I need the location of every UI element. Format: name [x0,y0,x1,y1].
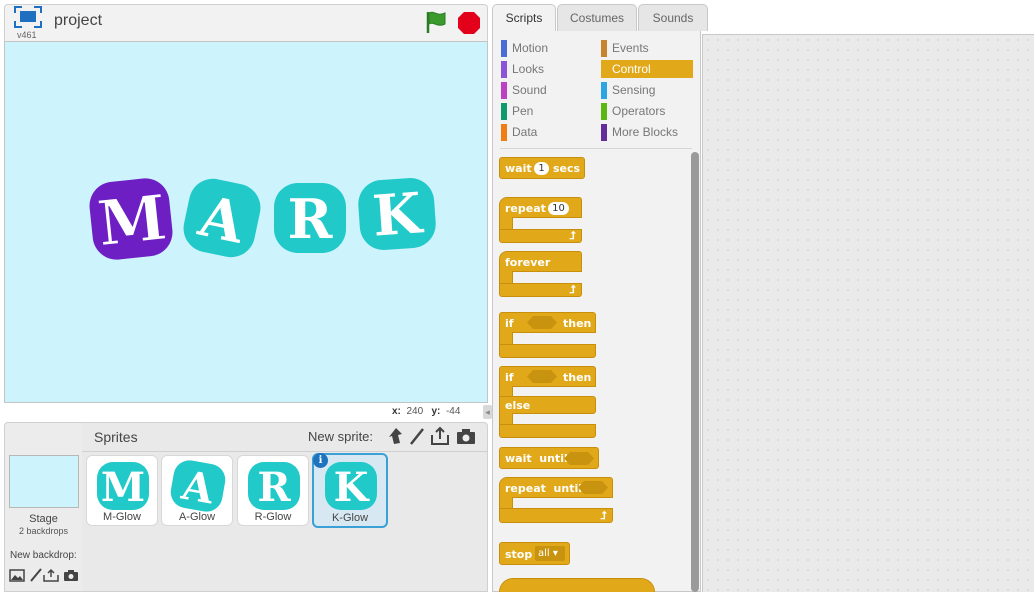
upload-sprite-icon[interactable] [430,426,450,446]
category-motion[interactable]: Motion [501,39,593,57]
divider [82,451,488,452]
category-sensing[interactable]: Sensing [601,81,693,99]
category-swatch [501,103,507,120]
category-control[interactable]: Control [601,60,693,78]
category-swatch [601,61,607,78]
palette-scrollbar[interactable] [691,152,699,592]
category-swatch [601,103,607,120]
tab-sounds[interactable]: Sounds [638,4,708,31]
loop-arrow-icon: ⮥ [600,509,608,522]
stage-backdrop-count: 2 backdrops [18,526,69,536]
sprite-tile-m[interactable]: M M-Glow [86,455,158,526]
category-swatch [501,40,507,57]
paint-new-sprite-icon[interactable] [407,426,427,446]
category-looks[interactable]: Looks [501,60,593,78]
svg-text:M: M [94,181,170,261]
category-more-blocks[interactable]: More Blocks [601,123,701,141]
new-backdrop-label: New backdrop: [10,550,77,561]
green-flag-icon[interactable] [425,10,447,34]
sprite-tile-a[interactable]: A A-Glow [161,455,233,526]
block-else-row: else [499,396,596,414]
category-swatch [501,82,507,99]
category-swatch [601,82,607,99]
stage-canvas[interactable]: M A R K [4,41,488,403]
sprite-tile-r[interactable]: R R-Glow [237,455,309,526]
stage-label: Stage [29,513,58,525]
new-sprite-label: New sprite: [308,429,374,444]
sprite-info-icon[interactable]: i [313,453,328,468]
block-forever-foot: ⮥ [499,283,582,297]
block-stop[interactable]: stop all ▾ [499,542,570,565]
svg-text:M: M [101,464,145,511]
block-if-then[interactable]: if then [499,312,596,333]
sprite-name: A-Glow [178,511,216,523]
condition-slot[interactable] [564,452,594,465]
block-if-foot [499,344,596,358]
block-if-else-foot [499,424,596,438]
stage-sprite-k[interactable]: K [355,174,439,254]
condition-slot[interactable] [527,370,557,383]
tab-scripts[interactable]: Scripts [492,4,556,32]
category-events[interactable]: Events [601,39,693,57]
upload-backdrop-icon[interactable] [43,568,59,582]
block-repeat-until-foot: ⮥ [499,508,613,523]
category-pen[interactable]: Pen [501,102,593,120]
paint-backdrop-library-icon[interactable] [9,568,25,582]
script-area[interactable] [702,34,1034,592]
loop-arrow-icon: ⮥ [569,283,577,296]
sprite-name: R-Glow [254,511,292,523]
category-swatch [501,124,507,141]
wait-secs-input[interactable]: 1 [534,162,549,175]
stage-sprite-m[interactable]: M [87,174,177,262]
repeat-count-input[interactable]: 10 [548,202,569,215]
svg-text:R: R [288,187,334,251]
block-wait-secs[interactable]: wait 1 secs [499,157,585,179]
category-swatch [601,124,607,141]
collapse-stage-arrow-icon[interactable]: ◂ [483,405,492,419]
project-title[interactable]: project [54,12,102,30]
loop-arrow-icon: ⮥ [569,229,577,242]
camera-sprite-icon[interactable] [456,426,476,446]
sprite-name: M-Glow [103,511,141,523]
paint-brush-icon[interactable] [28,568,44,582]
camera-backdrop-icon[interactable] [63,568,79,582]
category-swatch [501,61,507,78]
condition-slot[interactable] [527,316,557,329]
sprite-name: K-Glow [331,512,369,524]
stage-sprite-a[interactable]: A [182,175,262,259]
fullscreen-icon[interactable] [14,6,42,28]
svg-text:K: K [334,464,370,511]
block-repeat[interactable]: repeat 10 [499,197,582,218]
mouse-coordinates: x: 240 y: -44 [392,406,461,417]
version-label: v461 [17,30,37,40]
category-operators[interactable]: Operators [601,102,693,120]
block-forever[interactable]: forever [499,251,582,272]
block-repeat-until[interactable]: repeat until [499,477,613,498]
block-if-else[interactable]: if then [499,366,596,387]
stop-option-dropdown[interactable]: all ▾ [535,546,565,561]
condition-slot[interactable] [578,481,608,494]
category-swatch [601,40,607,57]
stage-sprite-r[interactable]: R [271,180,349,256]
sprite-library-icon[interactable] [386,426,406,446]
block-repeat-foot: ⮥ [499,229,582,243]
block-wait-until[interactable]: wait until [499,447,599,469]
divider [500,148,692,149]
svg-text:K: K [370,180,425,249]
category-data[interactable]: Data [501,123,593,141]
sprites-title: Sprites [94,429,138,445]
svg-text:R: R [257,464,291,511]
category-sound[interactable]: Sound [501,81,593,99]
tab-costumes[interactable]: Costumes [557,4,637,31]
stop-icon[interactable] [457,11,481,35]
block-hat-partial[interactable] [499,578,655,592]
stage-thumbnail[interactable] [9,455,79,508]
